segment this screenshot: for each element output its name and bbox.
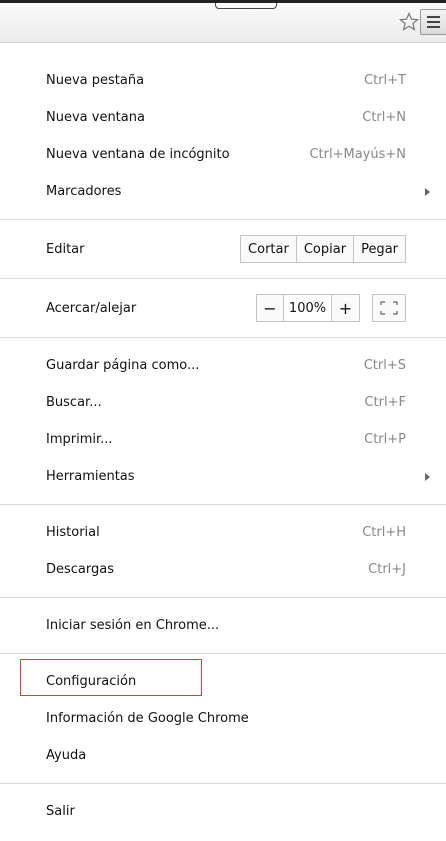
menu-item-shortcut: Ctrl+P xyxy=(364,432,406,447)
menu-separator xyxy=(0,653,446,654)
submenu-arrow-icon xyxy=(425,472,430,481)
menu-item-new-tab[interactable]: Nueva pestaña Ctrl+T xyxy=(0,62,446,99)
menu-item-edit: Editar Cortar Copiar Pegar xyxy=(0,229,446,269)
menu-item-zoom: Acercar/alejar − 100% + xyxy=(0,288,446,328)
menu-item-label: Descargas xyxy=(46,562,115,577)
zoom-in-button[interactable]: + xyxy=(332,294,360,322)
menu-item-help[interactable]: Ayuda xyxy=(0,737,446,774)
menu-item-shortcut: Ctrl+T xyxy=(364,73,406,88)
zoom-level: 100% xyxy=(284,294,332,322)
zoom-out-button[interactable]: − xyxy=(256,294,284,322)
menu-item-shortcut: Ctrl+J xyxy=(368,562,406,577)
menu-item-label: Nueva pestaña xyxy=(46,73,145,88)
menu-item-label: Salir xyxy=(46,804,75,819)
menu-item-new-incognito-window[interactable]: Nueva ventana de incógnito Ctrl+Mayús+N xyxy=(0,136,446,173)
menu-item-label: Nueva ventana xyxy=(46,110,145,125)
paste-button[interactable]: Pegar xyxy=(354,235,406,263)
menu-item-label: Imprimir... xyxy=(46,432,113,447)
menu-item-label: Información de Google Chrome xyxy=(46,711,249,726)
menu-separator xyxy=(0,278,446,279)
cut-button[interactable]: Cortar xyxy=(240,235,297,263)
edit-button-group: Cortar Copiar Pegar xyxy=(240,235,406,263)
submenu-arrow-icon xyxy=(425,187,430,196)
menu-item-sign-in[interactable]: Iniciar sesión en Chrome... xyxy=(0,607,446,644)
menu-separator xyxy=(0,337,446,338)
menu-item-save-page-as[interactable]: Guardar página como... Ctrl+S xyxy=(0,347,446,384)
menu-item-shortcut: Ctrl+Mayús+N xyxy=(309,147,406,162)
menu-item-find[interactable]: Buscar... Ctrl+F xyxy=(0,384,446,421)
browser-toolbar xyxy=(0,0,446,43)
hamburger-menu-icon[interactable] xyxy=(420,9,446,35)
menu-item-label: Iniciar sesión en Chrome... xyxy=(46,618,220,633)
menu-item-label: Marcadores xyxy=(46,184,122,199)
menu-item-about-chrome[interactable]: Información de Google Chrome xyxy=(0,700,446,737)
menu-item-shortcut: Ctrl+N xyxy=(362,110,406,125)
star-outline-icon[interactable] xyxy=(396,9,422,35)
menu-item-label: Guardar página como... xyxy=(46,358,200,373)
settings-highlight-box xyxy=(20,659,202,696)
menu-separator xyxy=(0,783,446,784)
menu-item-new-window[interactable]: Nueva ventana Ctrl+N xyxy=(0,99,446,136)
chrome-main-menu: Nueva pestaña Ctrl+T Nueva ventana Ctrl+… xyxy=(0,43,446,830)
menu-item-label: Ayuda xyxy=(46,748,87,763)
menu-item-history[interactable]: Historial Ctrl+H xyxy=(0,514,446,551)
menu-item-label: Historial xyxy=(46,525,100,540)
star-outline-icon xyxy=(399,12,419,31)
menu-item-shortcut: Ctrl+F xyxy=(364,395,406,410)
menu-item-bookmarks[interactable]: Marcadores xyxy=(0,173,446,210)
menu-separator xyxy=(0,219,446,220)
zoom-control-group: − 100% + xyxy=(256,294,406,322)
menu-item-shortcut: Ctrl+H xyxy=(362,525,406,540)
menu-item-tools[interactable]: Herramientas xyxy=(0,458,446,495)
menu-item-label: Buscar... xyxy=(46,395,102,410)
fullscreen-icon[interactable] xyxy=(372,294,406,322)
menu-separator xyxy=(0,504,446,505)
menu-separator xyxy=(0,597,446,598)
menu-item-exit[interactable]: Salir xyxy=(0,793,446,830)
menu-item-label: Herramientas xyxy=(46,469,135,484)
fullscreen-icon xyxy=(380,301,398,315)
copy-button[interactable]: Copiar xyxy=(296,235,355,263)
tab-notch xyxy=(215,3,277,9)
menu-item-shortcut: Ctrl+S xyxy=(363,358,406,373)
menu-item-print[interactable]: Imprimir... Ctrl+P xyxy=(0,421,446,458)
menu-item-downloads[interactable]: Descargas Ctrl+J xyxy=(0,551,446,588)
